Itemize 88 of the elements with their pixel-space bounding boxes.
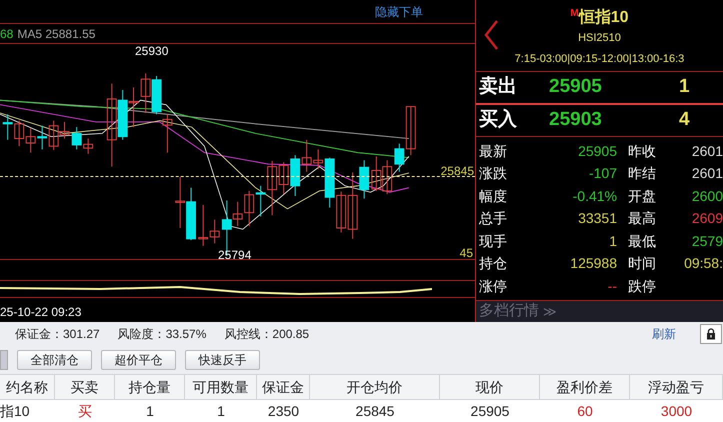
table-cell-text: 60 [576,402,594,420]
column-header: 买卖 [55,375,115,399]
table-cell-text: 1 [216,402,226,420]
table-cell-text: 25905 [470,402,510,420]
action-button[interactable]: 超价平仓 [101,350,176,370]
stat-label: 时间 [628,254,657,273]
refresh-link[interactable]: 刷新 [652,325,676,343]
candlestick [128,86,138,128]
stat-value: -107 [588,164,617,183]
column-header: 持仓量 [115,375,185,399]
candlestick [290,154,300,197]
stat-value: 2579 [692,232,723,250]
candlestick [83,138,94,154]
candlestick [382,160,392,195]
stat-value: 09:58: [684,254,723,273]
lock-button[interactable] [700,324,722,344]
account-info: 风控线：200.85 [224,326,310,343]
candlestick [72,126,82,150]
stat-label: 开盘 [628,186,657,206]
candlestick [37,125,48,150]
candlestick [152,75,162,115]
action-button[interactable]: 快速反手 [185,350,260,370]
stat-label: 最高 [628,209,657,228]
candlestick [162,114,172,154]
stat-label: 持仓 [479,254,508,273]
stat-label: 昨收 [628,142,657,160]
low-price-label: 25794 [218,247,252,264]
column-header: 约名称 [0,375,55,399]
column-header: 盈利价差 [540,375,630,399]
stat-value: 25905 [577,142,617,160]
axis-label: 45 [460,245,473,262]
table-cell-text: 指10 [0,402,31,420]
sell-volume: 1 [679,75,690,100]
candlestick [244,190,254,227]
price-line-label: 25845 [440,163,474,180]
market-mark-label: M [570,7,579,19]
candlestick [2,114,13,140]
table-cell-text: 3000 [660,402,694,420]
stat-value: 33351 [577,209,617,228]
stat-value: 2609 [692,209,723,228]
candlestick [186,187,196,241]
column-header: 浮动盈亏 [630,375,723,399]
buy-label: 买入 [479,108,518,132]
stat-label: 跌停 [628,276,657,296]
action-button[interactable]: 全部清仓 [17,350,92,370]
contract-title: 恒指10 [578,8,629,28]
stat-label: 涨停 [479,276,508,296]
candlestick [371,156,382,192]
time-label: 25-10-22 09:23 [0,304,82,321]
table-cell-text: 买 [77,402,93,420]
column-header: 可用数量 [185,375,257,399]
stat-value: 2601 [692,164,723,183]
lock-icon [706,328,716,340]
candlestick [140,72,151,114]
candlestick [14,120,24,147]
stat-value: 2601 [692,142,723,160]
buy-price: 25903 [549,108,603,132]
column-header: 现价 [440,375,540,399]
stat-label: 总手 [479,209,508,228]
high-price-label: 25930 [135,43,168,60]
buy-volume: 4 [679,108,690,132]
column-header: 保证金 [257,375,310,399]
table-cell-text: 1 [145,402,155,420]
contract-code: HSI2510 [578,31,621,46]
account-info: 风险度：33.57% [118,326,206,343]
stat-label: 现手 [479,232,508,250]
candlestick [175,176,186,228]
column-header: 开仓均价 [310,375,440,399]
stat-label: 最新 [479,142,508,160]
stat-label: 幅度 [479,186,508,206]
indicator-value: 68 [0,26,14,42]
sell-price: 25905 [549,75,603,100]
table-cell-text: 25845 [354,402,396,420]
account-info: 保证金：301.27 [15,326,100,343]
stat-label: 涨跌 [479,164,508,183]
stat-value: -- [606,276,617,296]
sell-label: 卖出 [479,75,518,100]
hide-order-link[interactable]: 隐藏下单 [375,2,423,20]
stat-value: -0.41% [572,186,617,206]
stat-value: 2600 [692,186,723,206]
table-cell-text: 2350 [266,402,300,420]
trading-sessions: 7:15-03:00|09:15-12:00|13:00-16:3 [514,52,684,66]
stat-label: 最低 [628,232,657,250]
stat-value: 1 [608,232,617,250]
stat-label: 昨结 [628,164,657,183]
stat-value: 125988 [569,254,617,273]
candlestick [26,128,36,154]
ma-label: MA5 25881.55 [17,26,96,42]
